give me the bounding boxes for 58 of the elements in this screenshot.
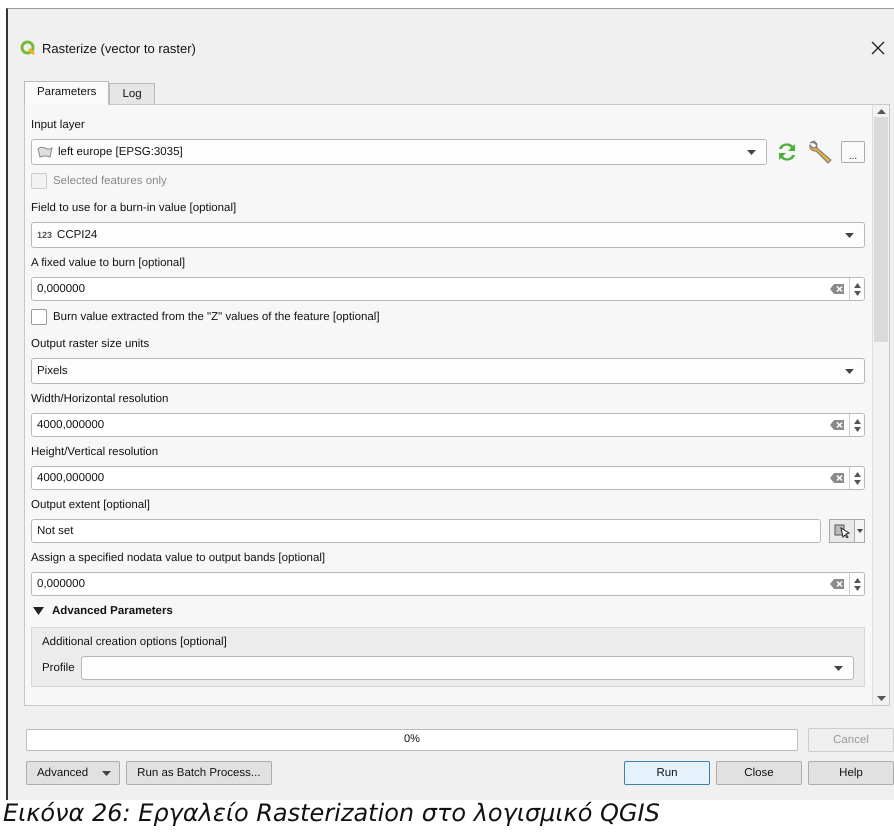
dropdown-arrow-icon [845, 368, 854, 374]
dropdown-arrow-icon [856, 529, 862, 533]
extent-field[interactable]: Not set [31, 519, 821, 543]
spin-arrows-icon[interactable] [854, 282, 860, 296]
number-field[interactable]: 4000,000000 [31, 413, 865, 437]
checkbox[interactable] [31, 309, 47, 325]
batch-button[interactable]: Run as Batch Process... [126, 761, 272, 785]
clear-icon[interactable] [830, 284, 844, 294]
more-button[interactable]: ... [841, 141, 865, 163]
checkbox-label: Selected features only [53, 175, 167, 187]
spin-arrows-icon[interactable] [854, 418, 860, 432]
parameter-label: A fixed value to burn [optional] [31, 256, 186, 271]
dropdown-field[interactable] [80, 656, 854, 680]
parameter-label: Additional creation options [optional] [42, 636, 228, 648]
map-select-button[interactable] [829, 519, 855, 543]
dropdown-arrow-icon [747, 150, 756, 154]
parameter-label: Height/Vertical resolution [31, 445, 160, 460]
cursor-icon [834, 524, 850, 538]
extent-menu-button[interactable] [855, 519, 865, 543]
field-type-label: 123 [37, 230, 52, 240]
dropdown-arrow-icon [845, 232, 854, 238]
layer-combo[interactable]: left europe [EPSG:3035] [31, 139, 767, 165]
spin-arrows-icon[interactable] [854, 578, 860, 590]
number-field[interactable]: 0,000000 [31, 277, 865, 301]
progress-text: 0% [404, 733, 420, 745]
clear-icon[interactable] [830, 420, 844, 430]
polygon-layer-icon [37, 146, 53, 158]
dialog-button[interactable]: Close [716, 761, 802, 785]
tab[interactable]: Parameters [24, 81, 110, 105]
clear-icon[interactable] [830, 579, 844, 589]
parameter-label: Output raster size units [31, 337, 150, 352]
scrollbar[interactable] [872, 105, 889, 705]
dropdown-field[interactable]: Pixels [31, 358, 865, 384]
close-icon[interactable] [870, 40, 886, 56]
wrench-icon[interactable] [807, 140, 833, 164]
dropdown-arrow-icon [834, 666, 843, 670]
dialog-button[interactable]: Run [624, 761, 710, 785]
parameter-label: Output extent [optional] [31, 498, 151, 513]
section-header[interactable]: Advanced Parameters [31, 601, 865, 621]
profile-label: Profile [42, 662, 75, 674]
checkbox-label: Burn value extracted from the "Z" values of the feature [optional] [53, 311, 380, 323]
clear-icon[interactable] [830, 473, 844, 483]
number-field[interactable]: 4000,000000 [31, 466, 865, 490]
collapse-triangle-icon [33, 607, 44, 615]
app-logo-icon [20, 40, 36, 56]
window-title: Rasterize (vector to raster) [42, 40, 197, 56]
dropdown-field[interactable]: 123 CCPI24 [31, 222, 865, 248]
dropdown-arrow-icon [102, 770, 112, 776]
parameter-label: Assign a specified nodata value to output bands [optional] [31, 551, 326, 566]
dialog-button[interactable]: Help [808, 761, 894, 785]
tab[interactable]: Log [109, 83, 155, 104]
parameter-label: Input layer [31, 118, 86, 133]
menu-button[interactable]: Advanced [26, 761, 120, 785]
figure-caption: Εικόνα 26: Εργαλείο Rasterization στο λογισμικό QGIS [2, 799, 661, 827]
parameter-label: Field to use for a burn-in value [optional] [31, 201, 238, 216]
number-field[interactable]: 0,000000 [31, 572, 865, 596]
spin-arrows-icon[interactable] [854, 472, 860, 484]
parameter-label: Width/Horizontal resolution [31, 392, 170, 407]
